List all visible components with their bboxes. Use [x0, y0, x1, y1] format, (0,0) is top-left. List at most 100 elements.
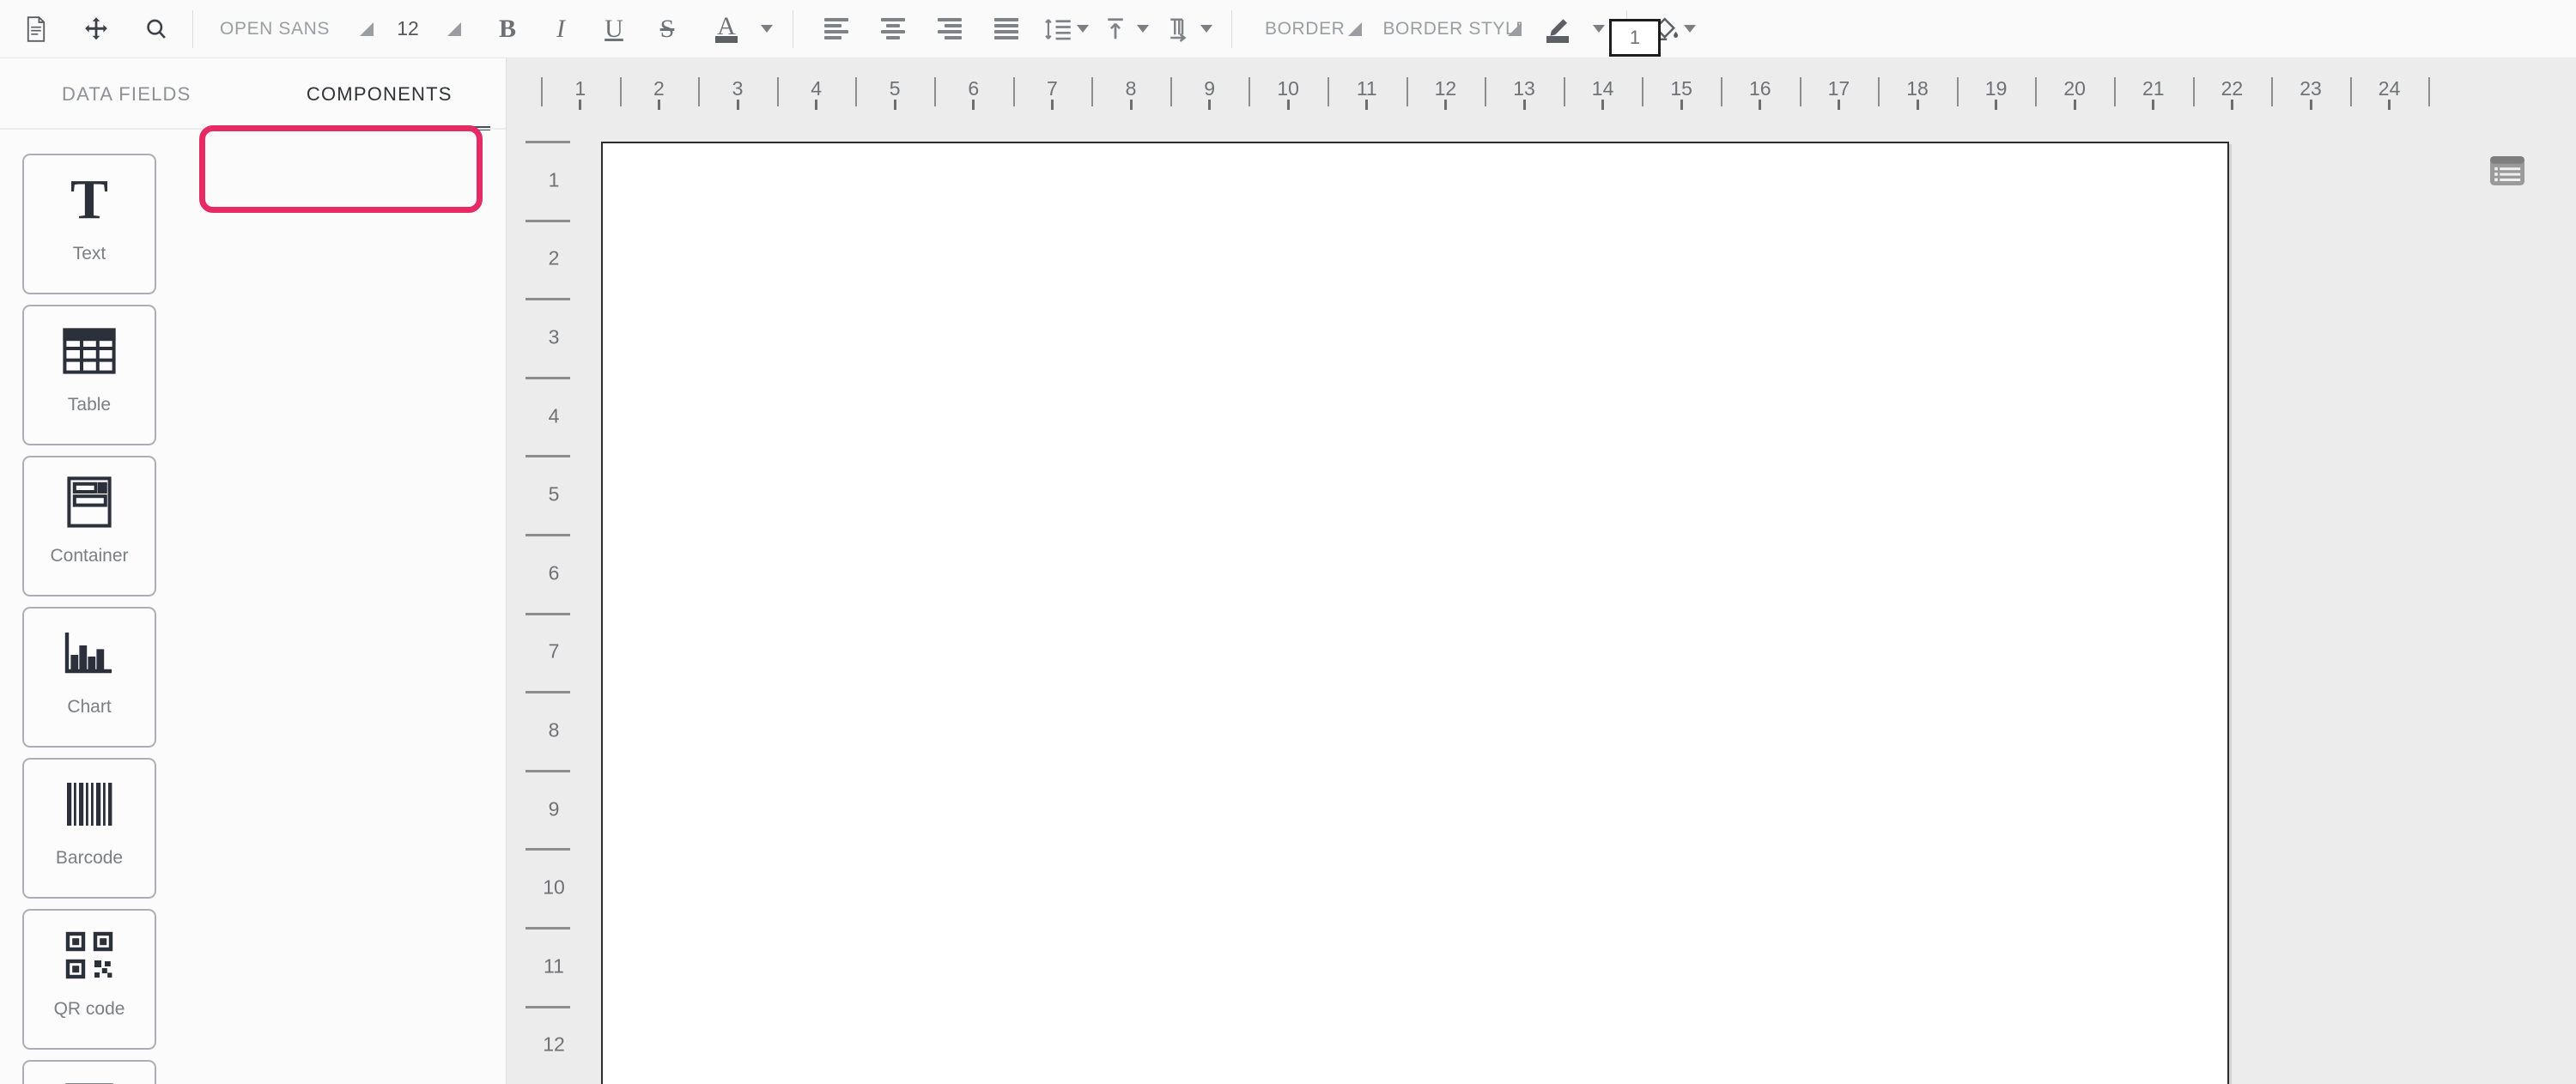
- ruler-tick: [1170, 77, 1172, 106]
- vertical-align-icon[interactable]: [1104, 9, 1149, 50]
- ruler-tick: [1406, 77, 1408, 106]
- ruler-minor-tick: [1995, 100, 1998, 110]
- ruler-label: 16: [1749, 77, 1771, 100]
- line-spacing-icon[interactable]: [1044, 9, 1089, 50]
- ruler-tick: [1249, 77, 1251, 106]
- ruler-minor-tick: [736, 100, 739, 110]
- align-left-icon[interactable]: [816, 9, 857, 50]
- font-size-select[interactable]: 12: [382, 9, 434, 50]
- components-sidebar: DATA FIELDS COMPONENTS T Text Table Cont…: [0, 58, 507, 1084]
- ruler-tick: [776, 77, 779, 106]
- ruler-label: 6: [548, 561, 560, 584]
- border-color-dropdown-caret-icon[interactable]: [1582, 9, 1611, 50]
- tab-data-fields[interactable]: DATA FIELDS: [0, 58, 253, 130]
- tab-components[interactable]: COMPONENTS: [253, 58, 507, 130]
- align-justify-icon[interactable]: [986, 9, 1027, 50]
- ruler-tick: [2035, 77, 2038, 106]
- bold-button[interactable]: B: [487, 9, 528, 50]
- ruler-label: 20: [2063, 77, 2086, 100]
- ruler-label: 10: [543, 875, 565, 899]
- barcode-icon: [24, 760, 155, 849]
- font-family-select[interactable]: OPEN SANS: [202, 9, 348, 50]
- border-button[interactable]: BORDER: [1258, 9, 1363, 50]
- strikethrough-button[interactable]: S: [647, 9, 688, 50]
- ruler-label: 4: [811, 77, 822, 100]
- ruler-label: 7: [1046, 77, 1058, 100]
- ruler-tick: [855, 77, 858, 106]
- align-center-icon[interactable]: [872, 9, 914, 50]
- move-icon[interactable]: [76, 9, 117, 50]
- document-icon[interactable]: [15, 9, 57, 50]
- font-family-dropdown-corner-icon[interactable]: [348, 9, 382, 50]
- component-table[interactable]: Table: [22, 305, 156, 445]
- component-chart[interactable]: Chart: [22, 607, 156, 748]
- ruler-tick: [1485, 77, 1487, 106]
- paragraph-direction-icon[interactable]: [1166, 9, 1212, 50]
- components-grid: T Text Table Container Chart Barcode QR …: [0, 130, 283, 1084]
- component-container[interactable]: Container: [22, 456, 156, 597]
- ruler-tick: [526, 927, 570, 930]
- ruler-tick: [1642, 77, 1644, 106]
- component-text[interactable]: T Text: [22, 154, 156, 294]
- ruler-tick: [1956, 77, 1959, 106]
- ruler-label: 1: [574, 77, 586, 100]
- font-color-button[interactable]: A: [703, 9, 750, 50]
- ruler-tick: [2114, 77, 2116, 106]
- border-style-button[interactable]: BORDER STYLE: [1376, 9, 1522, 50]
- ruler-minor-tick: [893, 100, 896, 110]
- image-icon: [24, 1062, 155, 1084]
- ruler-tick: [1721, 77, 1722, 106]
- ruler-minor-tick: [1680, 100, 1683, 110]
- component-qrcode[interactable]: QR code: [22, 909, 156, 1050]
- horizontal-ruler[interactable]: 1 2 3 4 5 6 7 8 9 10 11 12 13 14 15 16 17 18 19 20 21 22 23 24: [507, 58, 2576, 129]
- component-barcode[interactable]: Barcode: [22, 758, 156, 899]
- ruler-label: 11: [544, 954, 564, 978]
- ruler-label: 23: [2300, 77, 2322, 100]
- ruler-tick: [526, 534, 570, 536]
- chart-icon: [24, 609, 155, 698]
- toolbar-group-text-style: B I U S A: [471, 0, 779, 58]
- border-style-label: BORDER STYLE: [1382, 18, 1522, 39]
- ruler-minor-tick: [815, 100, 818, 110]
- underline-label: U: [605, 14, 623, 43]
- tab-data-fields-label: DATA FIELDS: [61, 83, 191, 105]
- ruler-label: 18: [1906, 77, 1929, 100]
- italic-button[interactable]: I: [540, 9, 581, 50]
- ruler-label: 9: [1204, 77, 1215, 100]
- canvas-area[interactable]: [601, 129, 2576, 1084]
- toolbar-group-font: OPEN SANS 12: [202, 0, 471, 58]
- ruler-tick: [526, 219, 570, 222]
- ruler-minor-tick: [2309, 100, 2312, 110]
- properties-panel-icon[interactable]: [2488, 154, 2530, 189]
- sidebar-tabs: DATA FIELDS COMPONENTS: [0, 58, 506, 130]
- font-color-dropdown-caret-icon[interactable]: [750, 9, 779, 50]
- border-label: BORDER: [1265, 18, 1346, 39]
- component-label: QR code: [53, 1000, 125, 1018]
- ruler-tick: [1799, 77, 1801, 106]
- component-image[interactable]: Image: [22, 1060, 156, 1084]
- ruler-tick: [541, 77, 543, 106]
- strikethrough-label: S: [659, 14, 675, 43]
- ruler-tick: [526, 298, 570, 301]
- ruler-minor-tick: [1129, 100, 1133, 110]
- align-right-icon[interactable]: [929, 9, 970, 50]
- ruler-label: 24: [2378, 77, 2401, 100]
- ruler-tick: [526, 612, 570, 615]
- bold-label: B: [498, 14, 516, 43]
- ruler-minor-tick: [2152, 100, 2155, 110]
- search-icon[interactable]: [136, 9, 177, 50]
- ruler-label: 12: [543, 1033, 565, 1056]
- border-color-icon[interactable]: [1534, 9, 1582, 50]
- ruler-tick: [526, 376, 570, 379]
- ruler-minor-tick: [1916, 100, 1919, 110]
- vertical-ruler[interactable]: 1 2 3 4 5 6 7 8 9 10 11 12: [507, 129, 601, 1084]
- ruler-label: 12: [1434, 77, 1457, 100]
- page-sheet[interactable]: [601, 142, 2229, 1084]
- ruler-minor-tick: [2073, 100, 2076, 110]
- font-size-dropdown-corner-icon[interactable]: [434, 9, 471, 50]
- toolbar-group-paragraph: [802, 0, 1212, 58]
- tab-components-label: COMPONENTS: [306, 83, 453, 105]
- underline-button[interactable]: U: [593, 9, 635, 50]
- ruler-tick: [526, 769, 570, 772]
- ruler-tick: [2271, 77, 2274, 106]
